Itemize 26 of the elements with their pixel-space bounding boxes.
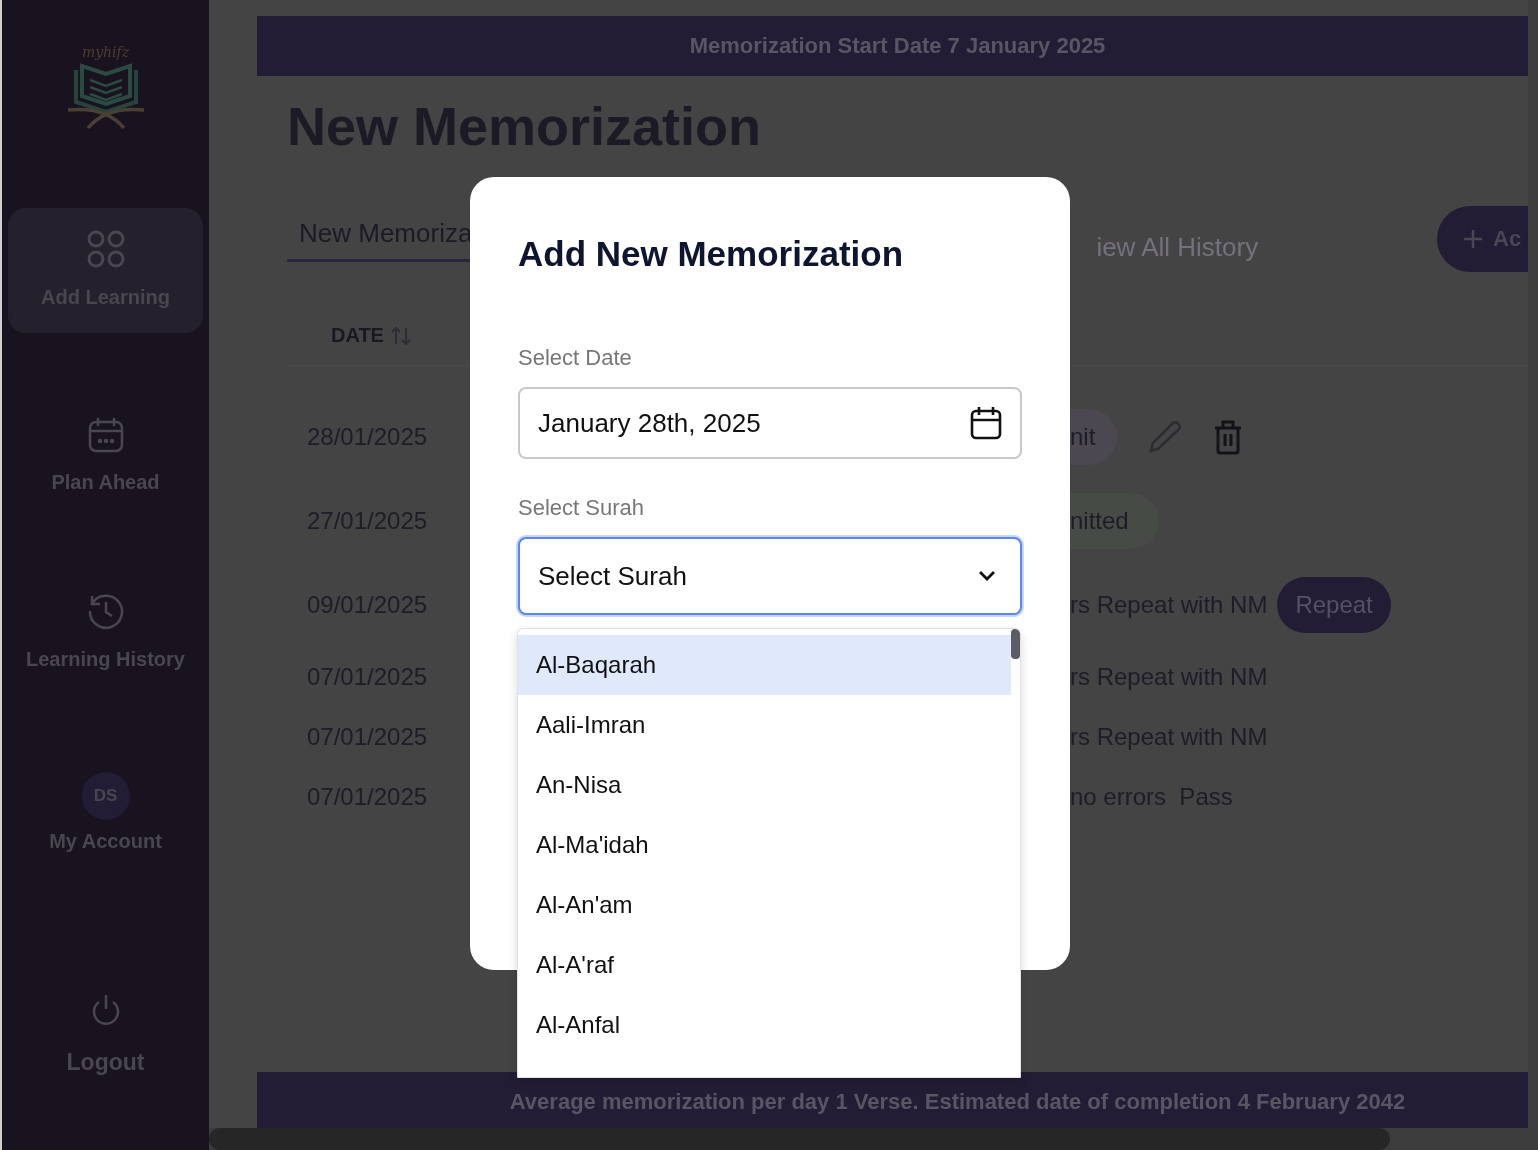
- scrollbar-thumb[interactable]: [1011, 629, 1020, 659]
- vertical-scrollbar[interactable]: [1528, 0, 1538, 1128]
- date-field[interactable]: January 28th, 2025: [518, 387, 1022, 459]
- edit-icon[interactable]: [1147, 419, 1184, 455]
- tab[interactable]: iew All History: [1084, 224, 1271, 273]
- surah-select[interactable]: Select Surah: [518, 537, 1022, 615]
- field-label: Select Date: [518, 345, 633, 371]
- plus-icon: [1463, 229, 1483, 249]
- field-label: Select Surah: [518, 495, 645, 521]
- dropdown-option[interactable]: Al-A'raf: [518, 935, 1011, 995]
- dropdown-option[interactable]: Al-Baqarah: [518, 635, 1011, 695]
- dropdown-option[interactable]: An-Nisa: [518, 755, 1011, 815]
- horizontal-scrollbar[interactable]: [209, 1128, 1538, 1150]
- dropdown-option[interactable]: Al-Ma'idah: [518, 815, 1011, 875]
- grid-icon: [86, 230, 125, 268]
- history-icon: [86, 592, 125, 630]
- calendar-icon: [87, 417, 124, 453]
- trash-icon[interactable]: [1213, 419, 1244, 455]
- dropdown-option[interactable]: Al-Anfal: [518, 995, 1011, 1055]
- dropdown-option[interactable]: Al-An'am: [518, 875, 1011, 935]
- dialog-title: Add New Memorization: [518, 233, 905, 275]
- dropdown-option[interactable]: Aali-Imran: [518, 695, 1011, 755]
- book-logo-icon: [65, 60, 146, 130]
- chevron-down-icon[interactable]: [978, 570, 996, 582]
- power-icon: [90, 993, 121, 1027]
- calendar-icon[interactable]: [970, 406, 1002, 440]
